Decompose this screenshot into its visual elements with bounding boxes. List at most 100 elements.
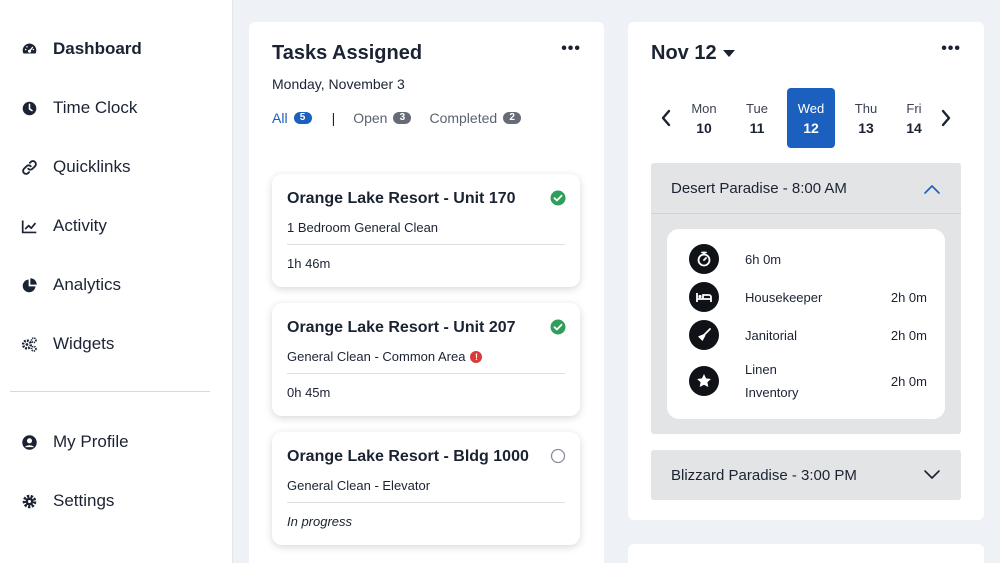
filter-open-count: 3	[393, 112, 412, 124]
stopwatch-icon	[689, 244, 719, 274]
chevron-up-icon[interactable]	[923, 183, 941, 195]
tasks-more-button[interactable]: •••	[561, 41, 581, 57]
shift-row-label: 6h 0m	[745, 251, 782, 267]
sidebar-item-settings[interactable]: Settings	[20, 485, 114, 517]
chevron-left-icon[interactable]	[659, 108, 673, 128]
pie-chart-icon	[20, 276, 38, 294]
caret-down-icon	[722, 50, 735, 57]
day-mon[interactable]: Mon 10	[680, 88, 728, 148]
day-name: Mon	[691, 101, 717, 116]
schedule-card: Nov 12 ••• Mon 10 Tue 11 Wed 12 Thu 13 F…	[628, 22, 984, 520]
chevron-right-icon[interactable]	[939, 108, 953, 128]
shift-row-label: Linen Inventory	[745, 358, 798, 404]
shift-header[interactable]: Blizzard Paradise - 3:00 PM	[671, 467, 857, 484]
shift-row-value: 2h 0m	[890, 289, 927, 305]
secondary-card	[628, 544, 984, 563]
broom-icon	[689, 320, 719, 350]
filter-open[interactable]: Open 3	[353, 110, 412, 126]
task-title: Orange Lake Resort - Bldg 1000	[287, 448, 529, 465]
shift-row-label: Janitorial	[745, 327, 798, 343]
chevron-down-icon[interactable]	[923, 469, 941, 481]
sidebar-item-label: My Profile	[53, 432, 129, 451]
day-date: 14	[906, 120, 922, 136]
filter-open-label: Open	[353, 110, 388, 126]
sidebar-item-activity[interactable]: Activity	[20, 210, 107, 242]
task-subtitle: General Clean - Elevator	[287, 478, 430, 493]
sidebar-divider	[10, 391, 210, 392]
filter-separator: |	[331, 110, 336, 126]
speedometer-icon	[20, 40, 38, 58]
link-icon	[20, 158, 38, 176]
task-card[interactable]: Orange Lake Resort - Unit 170 1 Bedroom …	[272, 174, 580, 287]
task-subtitle: General Clean - Common Area !	[287, 349, 483, 364]
schedule-more-button[interactable]: •••	[941, 41, 961, 57]
sidebar-item-analytics[interactable]: Analytics	[20, 269, 121, 301]
gears-icon	[20, 335, 38, 353]
day-fri[interactable]: Fri 14	[890, 88, 938, 148]
sidebar-item-label: Dashboard	[53, 39, 142, 58]
shift-row: Janitorial 2h 0m	[689, 320, 927, 350]
task-divider	[287, 244, 565, 245]
day-name: Tue	[746, 101, 768, 116]
filter-all-label: All	[272, 110, 288, 126]
tasks-title: Tasks Assigned	[272, 42, 423, 64]
sidebar-item-label: Time Clock	[53, 98, 138, 117]
task-subtitle-text: 1 Bedroom General Clean	[287, 220, 439, 235]
task-title: Orange Lake Resort - Unit 207	[287, 319, 516, 336]
sidebar-item-time-clock[interactable]: Time Clock	[20, 92, 137, 124]
day-date: 11	[749, 120, 765, 136]
warning-icon: !	[470, 350, 483, 363]
day-thu[interactable]: Thu 13	[842, 88, 890, 148]
shift-details: 6h 0m Housekeeper 2h 0m Janitorial 2h 0m	[667, 229, 945, 419]
shift-row-value: 2h 0m	[890, 327, 927, 343]
shift-row-label-line2: Inventory	[745, 385, 799, 400]
star-icon	[689, 366, 719, 396]
day-date: 10	[696, 120, 712, 136]
task-divider	[287, 373, 565, 374]
gear-icon	[20, 492, 38, 510]
sidebar-item-dashboard[interactable]: Dashboard	[20, 33, 142, 65]
task-title: Orange Lake Resort - Unit 170	[287, 190, 516, 207]
shift-header[interactable]: Desert Paradise - 8:00 AM	[671, 180, 847, 197]
filter-completed[interactable]: Completed 2	[429, 110, 522, 126]
shift-row-label-line1: Linen	[745, 362, 777, 377]
day-wed[interactable]: Wed 12	[787, 88, 835, 148]
tasks-date: Monday, November 3	[272, 76, 405, 92]
sidebar-item-widgets[interactable]: Widgets	[20, 328, 114, 360]
line-chart-icon	[20, 217, 38, 235]
empty-circle-icon	[550, 448, 566, 464]
filter-all[interactable]: All 5	[272, 110, 312, 126]
sidebar-item-label: Settings	[53, 491, 115, 510]
task-subtitle: 1 Bedroom General Clean	[287, 220, 438, 235]
clock-icon	[20, 99, 38, 117]
shift-accordion[interactable]: Blizzard Paradise - 3:00 PM	[651, 450, 961, 500]
task-card[interactable]: Orange Lake Resort - Bldg 1000 General C…	[272, 432, 580, 545]
shift-row-label: Housekeeper	[745, 289, 823, 305]
shift-row-value: 2h 0m	[890, 373, 927, 389]
task-filters: All 5 | Open 3 Completed 2	[272, 110, 522, 126]
check-circle-icon	[550, 319, 566, 335]
day-date: 13	[858, 120, 874, 136]
sidebar-item-my-profile[interactable]: My Profile	[20, 426, 129, 458]
task-divider	[287, 502, 565, 503]
check-circle-icon	[550, 190, 566, 206]
task-status-text: In progress	[287, 514, 353, 529]
shift-row: Linen Inventory 2h 0m	[689, 358, 927, 404]
tasks-card: Tasks Assigned ••• Monday, November 3 Al…	[249, 22, 604, 563]
day-name: Thu	[854, 101, 878, 116]
task-duration: 1h 46m	[287, 256, 331, 271]
filter-completed-count: 2	[503, 112, 522, 124]
shift-row: 6h 0m	[689, 244, 927, 274]
sidebar: Dashboard Time Clock Quicklinks Activity…	[0, 0, 233, 563]
task-card[interactable]: Orange Lake Resort - Unit 207 General Cl…	[272, 303, 580, 416]
shift-row: Housekeeper 2h 0m	[689, 282, 927, 312]
month-selector[interactable]: Nov 12	[651, 42, 735, 65]
sidebar-item-label: Activity	[53, 216, 107, 235]
sidebar-item-label: Quicklinks	[53, 157, 131, 176]
month-label: Nov 12	[651, 42, 717, 64]
day-date: 12	[803, 120, 819, 136]
day-picker: Mon 10 Tue 11 Wed 12 Thu 13 Fri 14	[680, 88, 932, 148]
day-tue[interactable]: Tue 11	[733, 88, 781, 148]
sidebar-item-quicklinks[interactable]: Quicklinks	[20, 151, 130, 183]
shift-accordion: Desert Paradise - 8:00 AM 6h 0m Housekee…	[651, 163, 961, 434]
